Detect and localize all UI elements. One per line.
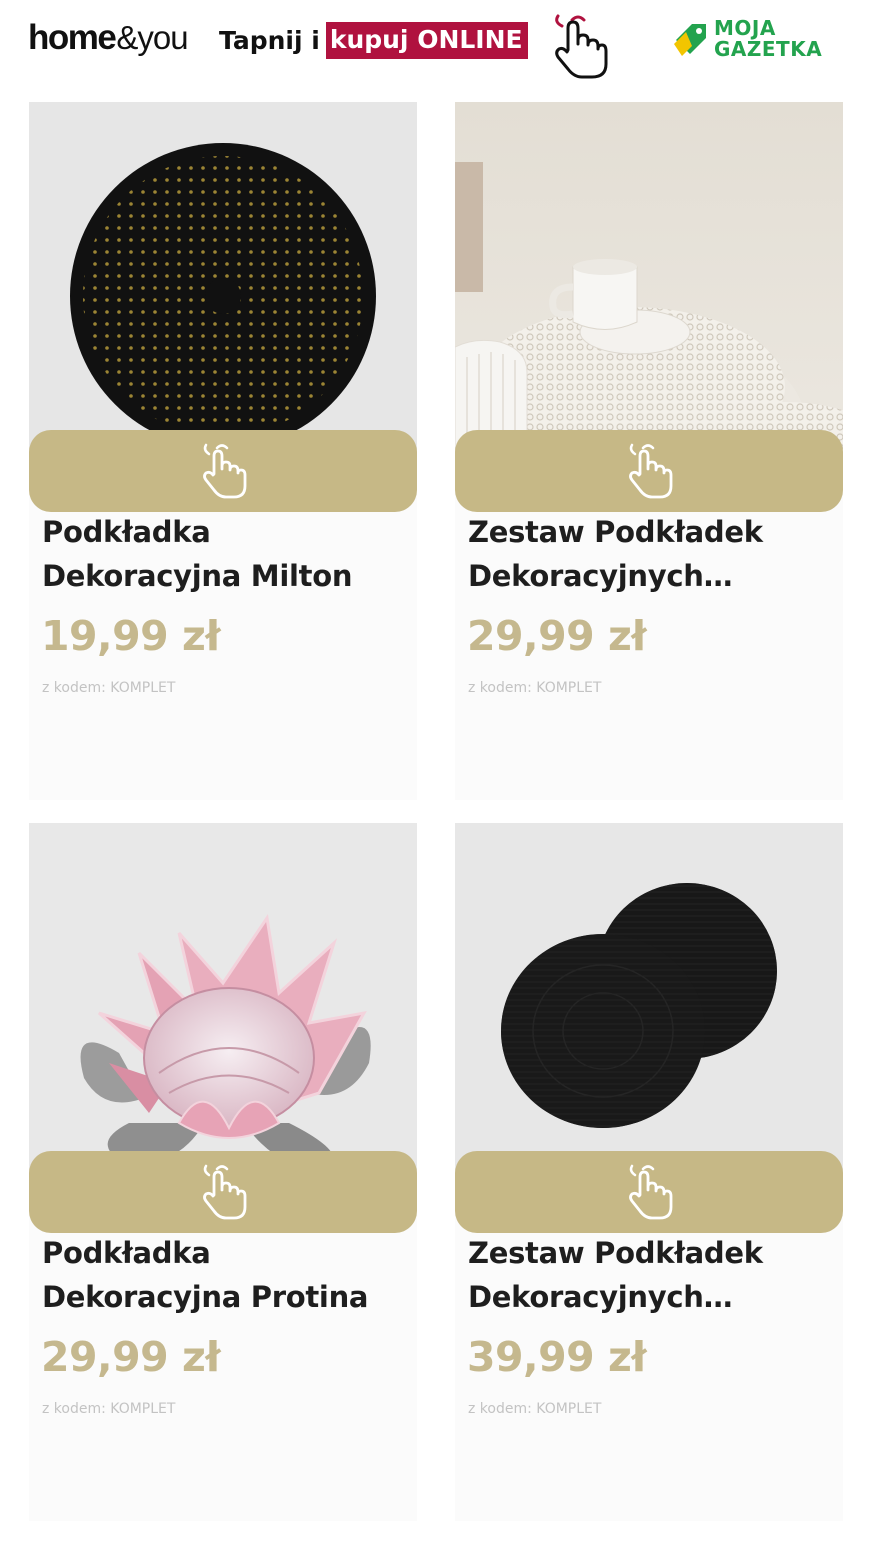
shop-online-banner[interactable]: Tapnij i kupuj ONLINE [219, 20, 528, 60]
buy-online-button[interactable] [29, 430, 417, 512]
tap-hand-icon [629, 443, 673, 499]
product-price: 39,99 zł [467, 1333, 647, 1381]
product-card: Podkładka Dekoracyjna Milton 19,99 zł z … [29, 102, 417, 800]
promo-code: z kodem: KOMPLET [42, 1401, 176, 1417]
cta-highlight: kupuj ONLINE [325, 21, 528, 59]
moja-gazetka-logo: MOJA GAZETKA [672, 18, 847, 64]
product-price: 29,99 zł [467, 612, 647, 660]
product-title[interactable]: Zestaw Podkładek Dekoracyjnych Glitter..… [468, 1231, 833, 1319]
promo-code: z kodem: KOMPLET [468, 1401, 602, 1417]
product-price: 29,99 zł [41, 1333, 221, 1381]
cta-text: Tapnij i [219, 25, 320, 55]
brand-home-text: home [28, 18, 117, 57]
promo-code: z kodem: KOMPLET [42, 680, 176, 696]
product-price: 19,99 zł [41, 612, 221, 660]
logo-line-1: MOJA [714, 16, 776, 40]
brand-you-text: &you [116, 19, 188, 56]
product-title[interactable]: Zestaw Podkładek Dekoracyjnych Menin... [468, 510, 833, 598]
price-tag-icon [674, 24, 706, 56]
moja-gazetka-text: MOJA GAZETKA [714, 18, 822, 60]
buy-online-button[interactable] [455, 1151, 843, 1233]
tap-hand-icon[interactable] [548, 12, 610, 80]
buy-online-button[interactable] [455, 430, 843, 512]
product-title[interactable]: Podkładka Dekoracyjna Protina [42, 1231, 407, 1319]
top-banner: home &you Tapnij i kupuj ONLINE MOJA GAZ… [0, 0, 872, 90]
tap-hand-icon [203, 1164, 247, 1220]
home-and-you-logo: home &you [28, 18, 189, 58]
buy-online-button[interactable] [29, 1151, 417, 1233]
product-info: Zestaw Podkładek Dekoracyjnych Menin... … [455, 490, 843, 800]
product-info: Zestaw Podkładek Dekoracyjnych Glitter..… [455, 1211, 843, 1521]
promo-code: z kodem: KOMPLET [468, 680, 602, 696]
product-card: Zestaw Podkładek Dekoracyjnych Menin... … [455, 102, 843, 800]
product-title[interactable]: Podkładka Dekoracyjna Milton [42, 510, 407, 598]
product-info: Podkładka Dekoracyjna Milton 19,99 zł z … [29, 490, 417, 800]
tap-hand-icon [629, 1164, 673, 1220]
logo-line-2: GAZETKA [714, 37, 823, 61]
product-info: Podkładka Dekoracyjna Protina 29,99 zł z… [29, 1211, 417, 1521]
product-card: Podkładka Dekoracyjna Protina 29,99 zł z… [29, 823, 417, 1521]
product-card: Zestaw Podkładek Dekoracyjnych Glitter..… [455, 823, 843, 1521]
tap-hand-icon [203, 443, 247, 499]
